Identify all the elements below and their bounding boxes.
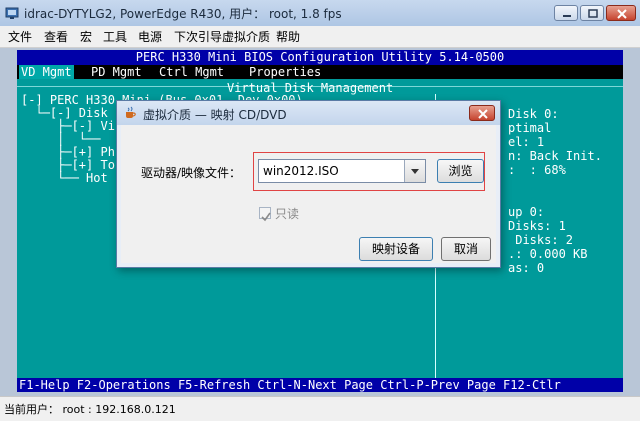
detail-line: .: 0.000 KB bbox=[508, 247, 588, 261]
dropdown-button[interactable] bbox=[404, 160, 425, 182]
chevron-down-icon bbox=[411, 169, 419, 174]
drive-image-value: win2012.ISO bbox=[263, 164, 339, 178]
readonly-label: 只读 bbox=[275, 207, 300, 221]
menu-help[interactable]: 帮助 bbox=[276, 28, 300, 45]
java-cup-icon bbox=[126, 106, 136, 118]
app-icon bbox=[5, 7, 19, 19]
menu-virtual-media[interactable]: 虚拟介质 bbox=[222, 28, 270, 45]
window-titlebar: idrac-DYTYLG2, PowerEdge R430, 用户： root,… bbox=[0, 0, 640, 27]
bios-tab-pd-mgmt[interactable]: PD Mgmt bbox=[89, 65, 144, 79]
dialog-title: 虚拟介质 — 映射 CD/DVD bbox=[143, 108, 287, 122]
minimize-button[interactable] bbox=[554, 5, 578, 21]
virtual-media-dialog: 虚拟介质 — 映射 CD/DVD 驱动器/映像文件： win2012.ISO 浏… bbox=[116, 100, 501, 268]
detail-line: as: 0 bbox=[508, 261, 545, 275]
readonly-checkbox[interactable] bbox=[259, 207, 271, 222]
detail-line: Disks: 2 bbox=[508, 233, 574, 247]
detail-line: ptimal bbox=[508, 121, 552, 135]
dialog-body: 驱动器/映像文件： win2012.ISO 浏览 只读 映射设备 取消 bbox=[121, 125, 496, 263]
dialog-close-button[interactable] bbox=[469, 105, 495, 121]
menu-view[interactable]: 查看 bbox=[44, 28, 68, 45]
menu-power[interactable]: 电源 bbox=[138, 28, 162, 45]
drive-image-select[interactable]: win2012.ISO bbox=[258, 159, 426, 183]
current-user-status: 当前用户： root : 192.168.0.121 bbox=[4, 403, 176, 416]
close-icon bbox=[478, 109, 488, 119]
detail-line: Disk 0: bbox=[508, 107, 559, 121]
drive-image-label: 驱动器/映像文件： bbox=[141, 166, 242, 180]
tree-item-hot-spares[interactable]: └── Hot bbox=[21, 172, 108, 185]
map-device-button[interactable]: 映射设备 bbox=[359, 237, 433, 261]
checkmark-icon bbox=[261, 212, 271, 222]
bios-header: PERC H330 Mini BIOS Configuration Utilit… bbox=[17, 50, 623, 65]
bios-tab-properties[interactable]: Properties bbox=[247, 65, 323, 79]
minimize-icon bbox=[563, 15, 571, 17]
browse-button[interactable]: 浏览 bbox=[437, 159, 484, 183]
menu-next-boot[interactable]: 下次引导 bbox=[174, 28, 222, 45]
window-title: idrac-DYTYLG2, PowerEdge R430, 用户： root,… bbox=[24, 7, 342, 21]
maximize-icon bbox=[588, 9, 598, 18]
menu-file[interactable]: 文件 bbox=[8, 28, 32, 45]
detail-line: up 0: bbox=[508, 205, 545, 219]
detail-line: n: Back Init. bbox=[508, 149, 602, 163]
menu-tools[interactable]: 工具 bbox=[103, 28, 127, 45]
maximize-button[interactable] bbox=[580, 5, 604, 21]
menu-bar: 文件 查看 宏 工具 电源 下次引导 虚拟介质 帮助 bbox=[0, 26, 640, 48]
bios-tab-bar: VD Mgmt PD Mgmt Ctrl Mgmt Properties bbox=[17, 65, 623, 79]
detail-line: el: 1 bbox=[508, 135, 545, 149]
close-icon bbox=[617, 9, 627, 19]
menu-macro[interactable]: 宏 bbox=[80, 28, 92, 45]
dialog-titlebar: 虚拟介质 — 映射 CD/DVD bbox=[117, 101, 500, 125]
bios-footer-help: F1-Help F2-Operations F5-Refresh Ctrl-N-… bbox=[17, 378, 623, 392]
close-button[interactable] bbox=[606, 5, 636, 21]
status-bar: 当前用户： root : 192.168.0.121 bbox=[0, 396, 640, 421]
detail-line: Disks: 1 bbox=[508, 219, 566, 233]
bios-tab-ctrl-mgmt[interactable]: Ctrl Mgmt bbox=[157, 65, 226, 79]
detail-line: : : 68% bbox=[508, 163, 566, 177]
bios-tab-vd-mgmt[interactable]: VD Mgmt bbox=[19, 65, 74, 79]
cancel-button[interactable]: 取消 bbox=[441, 237, 491, 261]
